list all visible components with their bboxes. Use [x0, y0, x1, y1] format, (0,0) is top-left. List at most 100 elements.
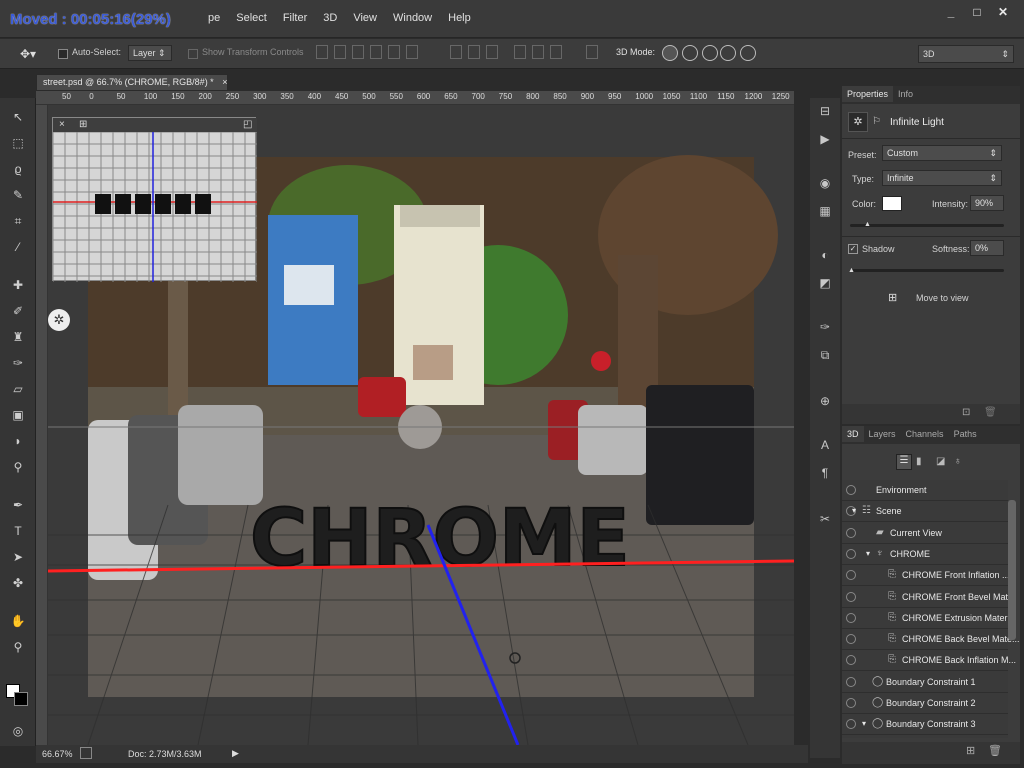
- scene-tree-row[interactable]: ◯ Boundary Constraint 1: [842, 672, 1008, 693]
- softness-slider-thumb[interactable]: ▲: [848, 267, 855, 274]
- blur-tool-icon[interactable]: ◗: [10, 434, 26, 448]
- tab-layers[interactable]: Layers: [864, 426, 901, 442]
- delete-icon[interactable]: 🗑: [984, 407, 997, 418]
- share-icon[interactable]: [80, 747, 92, 759]
- color-panel-icon[interactable]: ◉: [818, 176, 832, 190]
- visibility-eye-icon[interactable]: [846, 485, 856, 495]
- move-to-view-button[interactable]: Move to view: [916, 293, 969, 303]
- move-tool-icon[interactable]: ✥▾: [20, 47, 36, 61]
- tab-properties[interactable]: Properties: [842, 86, 894, 102]
- tab-channels[interactable]: Channels: [901, 426, 949, 442]
- visibility-eye-icon[interactable]: [846, 676, 856, 687]
- distribute-left-icon[interactable]: [514, 45, 526, 59]
- preset-select[interactable]: Custom ⇕: [882, 145, 1002, 161]
- view-menu-icon[interactable]: ⊞: [79, 119, 87, 130]
- visibility-eye-icon[interactable]: [846, 570, 856, 581]
- paragraph-panel-icon[interactable]: ¶: [818, 466, 832, 480]
- shape-tool-icon[interactable]: ✤: [10, 576, 26, 590]
- eraser-tool-icon[interactable]: ▱: [10, 382, 26, 396]
- show-transform-checkbox[interactable]: [188, 49, 198, 59]
- scene-tree-row[interactable]: ▾ ♆ CHROME: [842, 544, 1008, 565]
- visibility-eye-icon[interactable]: [846, 655, 856, 666]
- menu-help[interactable]: Help: [448, 12, 471, 24]
- type-select[interactable]: Infinite ⇕: [882, 170, 1002, 186]
- auto-align-icon[interactable]: [586, 45, 598, 59]
- align-top-icon[interactable]: [316, 45, 328, 59]
- materials-filter-icon[interactable]: ◪: [936, 456, 945, 467]
- orbit-3d-icon[interactable]: [662, 45, 678, 61]
- tool-presets-icon[interactable]: ✂: [818, 512, 832, 526]
- softness-field[interactable]: 0%: [970, 240, 1004, 256]
- softness-slider[interactable]: [850, 269, 1004, 272]
- character-panel-icon[interactable]: A: [818, 438, 832, 452]
- intensity-slider[interactable]: [850, 224, 1004, 227]
- light-color-swatch[interactable]: [882, 196, 902, 211]
- document-canvas[interactable]: CHROME × ⊞ ◰ ✲: [48, 105, 794, 745]
- scale-3d-icon[interactable]: [740, 45, 756, 61]
- crop-tool-icon[interactable]: ⌗: [10, 214, 26, 228]
- meshes-filter-icon[interactable]: ▮: [916, 456, 922, 467]
- light-type-icon[interactable]: ✲: [848, 112, 868, 132]
- align-left-icon[interactable]: [370, 45, 382, 59]
- history-brush-icon[interactable]: ✑: [10, 356, 26, 370]
- tab-3d[interactable]: 3D: [842, 426, 864, 442]
- scene-tree-row[interactable]: ▾ ◯ Boundary Constraint 3: [842, 714, 1008, 736]
- expand-arrow-icon[interactable]: ▾: [866, 549, 870, 558]
- menu-window[interactable]: Window: [393, 12, 432, 24]
- menu-view[interactable]: View: [353, 12, 377, 24]
- align-right-icon[interactable]: [406, 45, 418, 59]
- scene-tree-row[interactable]: ⎘ CHROME Front Bevel Mat...: [842, 587, 1016, 608]
- distribute-top-icon[interactable]: [450, 45, 462, 59]
- delete-3d-icon[interactable]: 🗑: [988, 744, 1002, 757]
- hand-tool-icon[interactable]: ✋: [10, 614, 26, 628]
- auto-select-checkbox[interactable]: [58, 49, 68, 59]
- light-widget-icon[interactable]: ✲: [48, 309, 70, 331]
- lights-filter-icon[interactable]: ♁: [954, 456, 962, 467]
- scene-tree-row[interactable]: ▾ ☷ Scene: [842, 501, 1008, 523]
- visibility-eye-icon[interactable]: [846, 719, 856, 730]
- zoom-tool-icon[interactable]: ⚲: [10, 640, 26, 654]
- slide-3d-icon[interactable]: [720, 45, 736, 61]
- quick-mask-icon[interactable]: ◎: [10, 724, 26, 738]
- expand-icon[interactable]: ◰: [243, 119, 252, 130]
- layer-select[interactable]: Layer ⇕: [128, 45, 172, 61]
- clone-stamp-icon[interactable]: ♜: [10, 330, 26, 344]
- history-panel-icon[interactable]: ⊟: [818, 104, 832, 118]
- roll-3d-icon[interactable]: [682, 45, 698, 61]
- brush-tool-icon[interactable]: ✐: [10, 304, 26, 318]
- path-select-icon[interactable]: ➤: [10, 550, 26, 564]
- move-tool-icon[interactable]: ↖: [10, 110, 26, 124]
- menu-type[interactable]: pe: [208, 12, 220, 24]
- visibility-eye-icon[interactable]: [846, 548, 856, 559]
- expand-arrow-icon[interactable]: ▾: [852, 506, 856, 515]
- pen-tool-icon[interactable]: ✒: [10, 498, 26, 512]
- menu-filter[interactable]: Filter: [283, 12, 307, 24]
- distribute-hcenter-icon[interactable]: [532, 45, 544, 59]
- align-vcenter-icon[interactable]: [334, 45, 346, 59]
- gradient-tool-icon[interactable]: ▣: [10, 408, 26, 422]
- status-menu-icon[interactable]: ▶: [232, 748, 239, 759]
- distribute-bottom-icon[interactable]: [486, 45, 498, 59]
- scene-tree-scrollbar[interactable]: [1008, 500, 1016, 640]
- tab-paths[interactable]: Paths: [949, 426, 982, 442]
- intensity-slider-thumb[interactable]: ▲: [864, 221, 871, 228]
- workspace-select[interactable]: 3D ⇕: [918, 45, 1014, 63]
- visibility-eye-icon[interactable]: [846, 698, 856, 708]
- secondary-view-panel[interactable]: × ⊞ ◰: [52, 117, 257, 282]
- zoom-level[interactable]: 66.67%: [42, 749, 73, 759]
- menu-select[interactable]: Select: [236, 12, 267, 24]
- render-icon[interactable]: ⊡: [962, 407, 970, 418]
- scene-tree-row[interactable]: ⎘ CHROME Front Inflation ...: [842, 565, 1010, 587]
- close-button[interactable]: ✕: [992, 4, 1014, 20]
- tab-info[interactable]: Info: [893, 86, 918, 102]
- swatches-panel-icon[interactable]: ▦: [818, 204, 832, 218]
- align-hcenter-icon[interactable]: [388, 45, 400, 59]
- quick-select-tool-icon[interactable]: ✎: [10, 188, 26, 202]
- brush-panel-icon[interactable]: ✑: [818, 320, 832, 334]
- align-bottom-icon[interactable]: [352, 45, 364, 59]
- marquee-tool-icon[interactable]: ⬚: [10, 136, 26, 150]
- eyedropper-tool-icon[interactable]: ⁄: [10, 240, 26, 254]
- scene-tree-row[interactable]: Environment: [842, 480, 1008, 501]
- close-icon[interactable]: ×: [59, 119, 65, 130]
- clone-source-icon[interactable]: ⊕: [818, 394, 832, 408]
